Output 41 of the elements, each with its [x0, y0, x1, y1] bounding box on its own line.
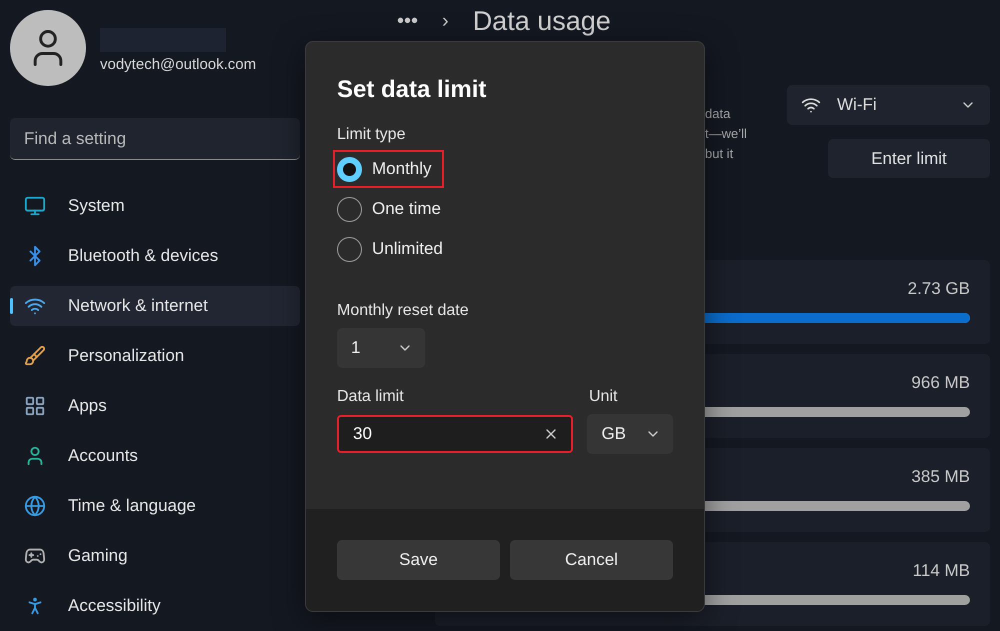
nav-item[interactable]: Bluetooth & devices	[10, 236, 300, 276]
data-limit-field[interactable]: 30	[337, 415, 574, 453]
field-label: Limit type	[337, 126, 406, 143]
nav-item[interactable]: Time & language	[10, 486, 300, 526]
account-email: vodytech@outlook.com	[100, 56, 256, 73]
usage-amount: 2.73 GB	[908, 279, 970, 299]
field-label: Unit	[589, 388, 618, 406]
description-text: data	[705, 105, 732, 123]
save-button[interactable]: Save	[337, 540, 500, 580]
reset-date-dropdown[interactable]: 1	[337, 328, 425, 368]
dialog-title: Set data limit	[337, 76, 488, 104]
selection-indicator	[10, 298, 13, 314]
radio-option[interactable]: One time	[333, 190, 453, 228]
globe-icon	[24, 495, 46, 517]
more-button[interactable]: •••	[397, 10, 418, 32]
apps-icon	[24, 395, 46, 417]
enter-limit-button[interactable]: Enter limit	[828, 139, 990, 178]
brush-icon	[24, 345, 46, 367]
nav-item[interactable]: Personalization	[10, 336, 300, 376]
radio-option[interactable]: Unlimited	[333, 230, 455, 268]
nav-item[interactable]: Accessibility	[10, 586, 300, 626]
usage-amount: 966 MB	[911, 373, 970, 393]
search-field[interactable]: Find a setting	[10, 118, 300, 160]
radio-option[interactable]: Monthly	[333, 150, 444, 188]
nav-item[interactable]: Network & internet	[10, 286, 300, 326]
monitor-icon	[24, 195, 46, 217]
breadcrumb-separator: ›	[442, 10, 449, 32]
description-text: t—we’ll	[705, 125, 747, 143]
description-text: but it	[705, 145, 734, 163]
nav-item[interactable]: Accounts	[10, 436, 300, 476]
usage-amount: 114 MB	[912, 561, 970, 581]
unit-dropdown[interactable]: GB	[587, 414, 673, 454]
nav-item[interactable]: Apps	[10, 386, 300, 426]
usage-amount: 385 MB	[911, 467, 970, 487]
nav-item[interactable]: Gaming	[10, 536, 300, 576]
field-label: Data limit	[337, 388, 404, 405]
cancel-button[interactable]: Cancel	[510, 540, 673, 580]
field-label: Monthly reset date	[337, 302, 469, 319]
nav-item[interactable]: System	[10, 186, 300, 226]
network-dropdown[interactable]: Wi-Fi	[787, 85, 990, 125]
page-title: Data usage	[472, 6, 611, 36]
